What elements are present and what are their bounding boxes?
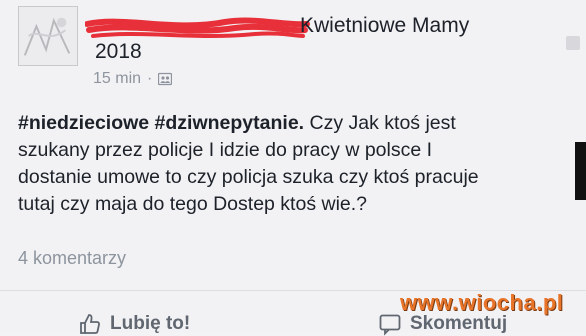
post-meta: 15 min · [93,70,173,88]
group-audience-icon [158,72,173,86]
edge-shape [566,36,580,50]
post-timestamp[interactable]: 15 min [93,70,141,88]
meta-separator: · [147,70,153,87]
post-body-line-1: #niedzieciowe #dziwnepytanie. Czy Jak kt… [18,110,580,137]
redaction-scribble [85,17,310,38]
facebook-post: Kwietniowe Mamy 2018 15 min · #niedzieci… [0,0,586,336]
thumbs-up-icon [80,314,100,334]
post-text-start: Czy Jak ktoś jest [304,112,456,134]
edge-bar [575,142,586,200]
avatar-image-icon [19,7,77,65]
comment-bubble-icon [379,314,401,336]
post-body-line-2: szukany przez policje I idzie do pracy w… [18,139,433,161]
site-watermark: www.wiocha.pl [400,290,564,315]
like-button[interactable]: Lubię to! [78,312,190,336]
comments-count[interactable]: 4 komentarzy [18,248,126,269]
post-hashtags[interactable]: #niedzieciowe #dziwnepytanie. [18,112,304,134]
group-name[interactable]: Kwietniowe Mamy [300,14,469,38]
post-body-line-4: tutaj czy maja do tego Dostep ktoś wie.? [18,193,368,215]
post-body-line-3: dostanie umowe to czy policja szuka czy … [18,166,479,188]
group-avatar[interactable] [18,6,78,66]
group-name-year[interactable]: 2018 [95,40,142,64]
post-body: #niedzieciowe #dziwnepytanie. Czy Jak kt… [18,110,580,218]
